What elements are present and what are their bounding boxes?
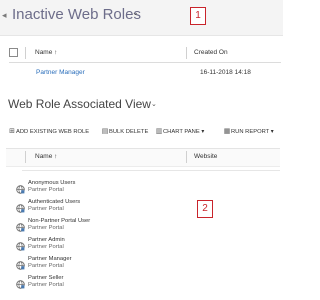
column-header-name[interactable]: Name ↑ <box>35 152 57 162</box>
web-role-name[interactable]: Partner Seller <box>28 275 63 282</box>
delete-icon: ▤ <box>101 128 109 135</box>
back-arrow-icon[interactable]: ◂ <box>2 9 12 21</box>
web-role-website: Partner Portal <box>28 187 64 193</box>
web-role-icon <box>16 200 25 213</box>
column-separator <box>186 151 187 163</box>
callout-1: 1 <box>190 7 206 25</box>
divider <box>6 166 280 167</box>
web-role-website: Partner Portal <box>28 244 64 250</box>
web-role-name[interactable]: Non-Partner Portal User <box>28 218 90 225</box>
column-header-name[interactable]: Name ↑ <box>35 48 57 58</box>
button-label: BULK DELETE <box>109 129 149 135</box>
web-role-name[interactable]: Authenticated Users <box>28 199 80 206</box>
column-header-website[interactable]: Website <box>194 152 217 162</box>
view-title[interactable]: Inactive Web Roles <box>12 5 141 25</box>
chevron-down-icon[interactable]: ⌄ <box>132 7 139 19</box>
web-role-name[interactable]: Partner Admin <box>28 237 65 244</box>
web-role-website: Partner Portal <box>28 263 64 269</box>
button-label: RUN REPORT <box>231 129 270 135</box>
callout-2: 2 <box>197 200 213 218</box>
add-existing-web-role-button[interactable]: ⊞ADD EXISTING WEB ROLE <box>8 126 89 138</box>
web-role-website: Partner Portal <box>28 282 64 288</box>
report-icon: ▦ <box>223 128 231 135</box>
plus-icon: ⊞ <box>9 128 15 135</box>
chart-icon: ▥ <box>155 128 163 135</box>
column-separator <box>25 47 26 59</box>
web-role-website: Partner Portal <box>28 206 64 212</box>
web-role-name[interactable]: Anonymous Users <box>28 180 75 187</box>
web-role-website: Partner Portal <box>28 225 64 231</box>
column-separator <box>25 151 26 163</box>
bulk-delete-button[interactable]: ▤BULK DELETE <box>101 126 149 138</box>
web-role-icon <box>16 219 25 232</box>
button-label: ADD EXISTING WEB ROLE <box>16 129 90 135</box>
web-role-icon <box>16 276 25 289</box>
web-role-name[interactable]: Partner Manager <box>28 256 72 263</box>
web-role-icon <box>16 238 25 251</box>
column-separator <box>186 47 187 59</box>
column-header-created-on[interactable]: Created On <box>194 48 228 58</box>
dropdown-arrow-icon: ▾ <box>270 129 274 135</box>
dropdown-arrow-icon: ▾ <box>201 129 205 135</box>
web-role-icon <box>16 181 25 194</box>
divider <box>22 170 280 171</box>
chart-pane-button[interactable]: ▥CHART PANE ▾ <box>155 126 205 138</box>
chevron-down-icon[interactable]: ⌄ <box>151 100 157 110</box>
button-label: CHART PANE <box>163 129 200 135</box>
created-on-value: 16-11-2018 14:18 <box>200 69 251 76</box>
web-role-icon <box>16 257 25 270</box>
run-report-button[interactable]: ▦RUN REPORT ▾ <box>223 126 274 138</box>
select-all-checkbox[interactable] <box>9 48 18 57</box>
record-link[interactable]: Partner Manager <box>36 68 85 78</box>
associated-view-title[interactable]: Web Role Associated View <box>8 96 151 112</box>
